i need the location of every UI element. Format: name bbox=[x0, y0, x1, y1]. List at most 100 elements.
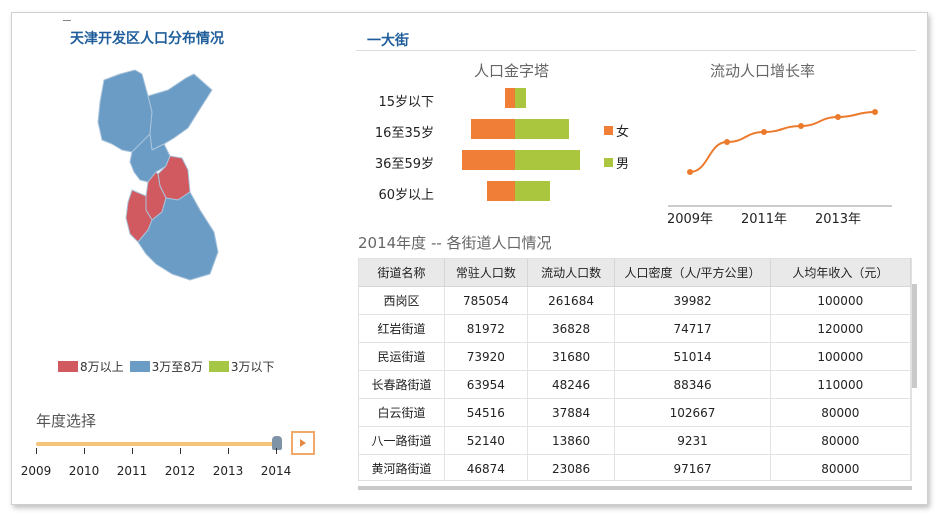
table-cell: 80000 bbox=[770, 426, 911, 455]
district-title: 一大街 bbox=[367, 33, 409, 49]
table-vertical-scrollbar[interactable] bbox=[912, 284, 917, 388]
street-table[interactable]: 街道名称 常驻人口数 流动人口数 人口密度（人/平方公里） 人均年收入（元） 西… bbox=[358, 258, 912, 481]
table-row[interactable]: 长春路街道 63954 48246 88346 110000 bbox=[359, 370, 911, 399]
legend-swatch-high bbox=[58, 361, 78, 372]
growth-point[interactable] bbox=[798, 123, 804, 129]
table-cell: 80000 bbox=[770, 454, 911, 480]
year-slider-track[interactable] bbox=[36, 442, 278, 446]
pyramid-age-label: 16至35岁 bbox=[374, 126, 434, 141]
table-row[interactable]: 八一路街道 52140 13860 9231 80000 bbox=[359, 426, 911, 455]
legend-swatch-mid bbox=[129, 361, 150, 372]
female-label: 女 bbox=[616, 125, 630, 140]
map-region-northeast[interactable] bbox=[147, 73, 213, 151]
table-cell: 88346 bbox=[614, 370, 771, 399]
year-label[interactable]: 2010 bbox=[69, 464, 100, 478]
year-label[interactable]: 2011 bbox=[117, 464, 148, 478]
column-header[interactable]: 常驻人口数 bbox=[444, 259, 528, 287]
table-row[interactable]: 红岩街道 81972 36828 74717 120000 bbox=[359, 314, 911, 343]
table-row[interactable]: 西岗区 785054 261684 39982 100000 bbox=[359, 286, 911, 315]
table-cell: 54516 bbox=[444, 398, 528, 427]
growth-point[interactable] bbox=[835, 114, 841, 120]
pyramid-title: 人口金字塔 bbox=[474, 62, 550, 80]
year-label[interactable]: 2013 bbox=[213, 464, 244, 478]
legend-label: 8万以上 bbox=[80, 360, 124, 374]
year-label[interactable]: 2009 bbox=[21, 464, 52, 478]
table-cell: 102667 bbox=[614, 398, 771, 427]
pyramid-bar-female[interactable] bbox=[487, 181, 515, 201]
year-tick bbox=[228, 448, 229, 454]
pyramid-bar-female[interactable] bbox=[505, 88, 515, 108]
table-cell: 81972 bbox=[444, 314, 528, 343]
legend-item-low: 3万以下 bbox=[208, 358, 275, 375]
map-title: 天津开发区人口分布情况 bbox=[70, 31, 224, 47]
growth-x-tick-label: 2013年 bbox=[815, 212, 861, 227]
table-cell: 白云街道 bbox=[359, 398, 445, 427]
column-header[interactable]: 人口密度（人/平方公里） bbox=[614, 259, 771, 287]
column-header[interactable]: 街道名称 bbox=[359, 259, 445, 287]
male-label: 男 bbox=[616, 157, 630, 172]
title-mark bbox=[63, 20, 71, 21]
table-cell: 西岗区 bbox=[359, 286, 445, 315]
legend-item-mid: 3万至8万 bbox=[129, 358, 203, 375]
table-cell: 46874 bbox=[444, 454, 528, 480]
play-button[interactable] bbox=[291, 431, 315, 455]
growth-x-tick-label: 2011年 bbox=[741, 212, 787, 227]
table-cell: 48246 bbox=[527, 370, 616, 399]
table-cell: 74717 bbox=[614, 314, 771, 343]
growth-point[interactable] bbox=[872, 109, 878, 115]
divider bbox=[356, 50, 916, 51]
year-slider-handle[interactable] bbox=[272, 436, 282, 450]
column-header[interactable]: 流动人口数 bbox=[527, 259, 616, 287]
pyramid-bar-female[interactable] bbox=[471, 119, 515, 139]
table-row[interactable]: 民运街道 73920 31680 51014 100000 bbox=[359, 342, 911, 371]
table-cell: 31680 bbox=[527, 342, 616, 371]
growth-point[interactable] bbox=[724, 139, 730, 145]
year-tick bbox=[276, 448, 277, 454]
table-cell: 97167 bbox=[614, 454, 771, 480]
male-swatch bbox=[604, 158, 613, 167]
year-label[interactable]: 2014 bbox=[261, 464, 292, 478]
table-cell: 51014 bbox=[614, 342, 771, 371]
legend-male: 男 bbox=[604, 153, 629, 172]
female-swatch bbox=[604, 126, 613, 135]
growth-point[interactable] bbox=[687, 169, 693, 175]
growth-line-chart: 2009年 2011年 2013年 bbox=[667, 109, 892, 227]
table-row[interactable]: 白云街道 54516 37884 102667 80000 bbox=[359, 398, 911, 427]
year-selector-title: 年度选择 bbox=[36, 412, 97, 430]
table-cell: 红岩街道 bbox=[359, 314, 445, 343]
table-cell: 80000 bbox=[770, 398, 911, 427]
growth-x-tick-label: 2009年 bbox=[667, 212, 713, 227]
pyramid-age-label: 60岁以上 bbox=[378, 188, 434, 203]
table-row[interactable]: 黄河路街道 46874 23086 97167 80000 bbox=[359, 454, 911, 480]
table-cell: 120000 bbox=[770, 314, 911, 343]
map-legend: 8万以上 3万至8万 3万以下 bbox=[58, 358, 275, 375]
growth-series-line bbox=[689, 111, 876, 173]
pyramid-bar-male[interactable] bbox=[515, 119, 569, 139]
play-icon bbox=[300, 439, 306, 447]
table-horizontal-scrollbar[interactable] bbox=[358, 486, 912, 490]
legend-female: 女 bbox=[604, 121, 629, 140]
table-cell: 37884 bbox=[527, 398, 616, 427]
year-tick bbox=[36, 448, 37, 454]
growth-point[interactable] bbox=[761, 129, 767, 135]
year-label[interactable]: 2012 bbox=[165, 464, 196, 478]
pyramid-bar-male[interactable] bbox=[515, 150, 580, 170]
legend-label: 3万至8万 bbox=[151, 360, 203, 374]
legend-swatch-low bbox=[208, 361, 229, 372]
table-cell: 100000 bbox=[770, 286, 911, 315]
legend-label: 3万以下 bbox=[230, 360, 275, 374]
pyramid-bar-female[interactable] bbox=[462, 150, 515, 170]
legend-item-high: 8万以上 bbox=[58, 358, 124, 375]
column-header[interactable]: 人均年收入（元） bbox=[770, 259, 911, 287]
table-cell: 13860 bbox=[527, 426, 616, 455]
pyramid-bar-male[interactable] bbox=[515, 88, 526, 108]
table-cell: 9231 bbox=[614, 426, 771, 455]
table-cell: 100000 bbox=[770, 342, 911, 371]
table-cell: 52140 bbox=[444, 426, 528, 455]
table-cell: 785054 bbox=[444, 286, 528, 315]
table-cell: 261684 bbox=[527, 286, 616, 315]
table-cell: 民运街道 bbox=[359, 342, 445, 371]
table-cell: 长春路街道 bbox=[359, 370, 445, 399]
pyramid-bar-male[interactable] bbox=[515, 181, 550, 201]
year-tick bbox=[84, 448, 85, 454]
